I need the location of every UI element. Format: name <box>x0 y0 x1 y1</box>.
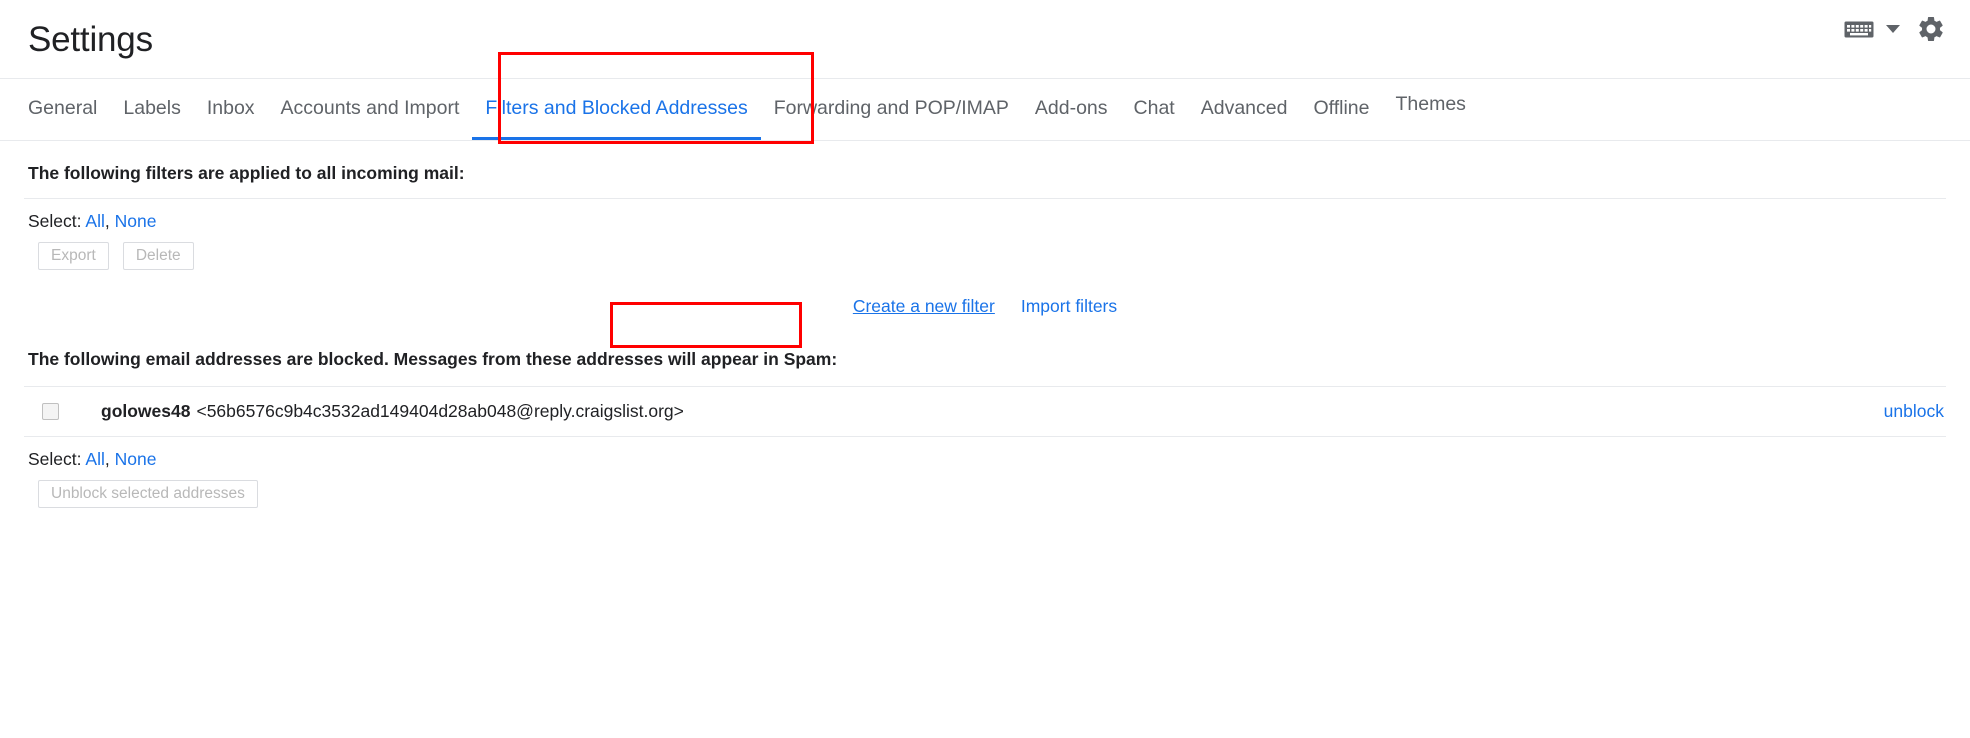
select-label: Select: <box>28 210 82 231</box>
tab-filters-and-blocked-addresses[interactable]: Filters and Blocked Addresses <box>472 79 761 140</box>
import-filters-link[interactable]: Import filters <box>1021 296 1117 317</box>
select-separator: , <box>104 210 110 231</box>
unblock-link[interactable]: unblock <box>1884 401 1944 422</box>
settings-header: Settings <box>0 0 1970 78</box>
filters-button-row: Export Delete <box>24 236 1946 278</box>
filters-select-all-link[interactable]: All <box>85 211 104 231</box>
tab-add-ons[interactable]: Add-ons <box>1022 79 1121 140</box>
settings-tabs: General Labels Inbox Accounts and Import… <box>24 79 1946 140</box>
keyboard-icon[interactable] <box>1844 19 1874 40</box>
header-actions <box>1844 14 1946 44</box>
tab-advanced[interactable]: Advanced <box>1188 79 1301 140</box>
settings-content: The following filters are applied to all… <box>0 141 1970 508</box>
blocked-address-name: golowes48 <box>101 400 191 421</box>
filter-actions-row: Create a new filter Import filters <box>24 278 1946 323</box>
select-separator: , <box>104 448 110 469</box>
tab-chat[interactable]: Chat <box>1121 79 1188 140</box>
blocked-select-all-link[interactable]: All <box>85 449 104 469</box>
tab-labels[interactable]: Labels <box>110 79 193 140</box>
tab-accounts-and-import[interactable]: Accounts and Import <box>268 79 473 140</box>
blocked-address-checkbox[interactable] <box>42 402 59 420</box>
select-label: Select: <box>28 448 82 469</box>
page-title: Settings <box>28 19 153 59</box>
table-row: golowes48 <56b6576c9b4c3532ad149404d28ab… <box>24 387 1946 436</box>
gear-icon[interactable] <box>1916 14 1946 44</box>
tab-inbox[interactable]: Inbox <box>194 79 268 140</box>
blocked-button-row: Unblock selected addresses <box>24 474 1946 508</box>
filters-select-row: Select: All, None <box>24 199 1946 236</box>
blocked-select-row: Select: All, None <box>24 437 1946 474</box>
export-button[interactable]: Export <box>38 241 109 270</box>
tab-general[interactable]: General <box>28 79 110 140</box>
chevron-down-icon[interactable] <box>1886 25 1900 33</box>
delete-button[interactable]: Delete <box>122 241 194 270</box>
blocked-section-heading: The following email addresses are blocke… <box>28 348 838 369</box>
filters-select-none-link[interactable]: None <box>115 211 157 231</box>
tab-forwarding-and-pop-imap[interactable]: Forwarding and POP/IMAP <box>761 79 1022 140</box>
blocked-address-email: <56b6576c9b4c3532ad149404d28ab048@reply.… <box>196 400 684 421</box>
create-a-new-filter-link[interactable]: Create a new filter <box>853 296 995 317</box>
settings-tabs-bar: General Labels Inbox Accounts and Import… <box>0 78 1970 141</box>
tab-themes[interactable]: Themes <box>1382 79 1478 136</box>
blocked-select-none-link[interactable]: None <box>115 449 157 469</box>
filters-section-heading: The following filters are applied to all… <box>28 162 465 183</box>
unblock-selected-addresses-button[interactable]: Unblock selected addresses <box>38 479 258 508</box>
tab-offline[interactable]: Offline <box>1300 79 1382 140</box>
